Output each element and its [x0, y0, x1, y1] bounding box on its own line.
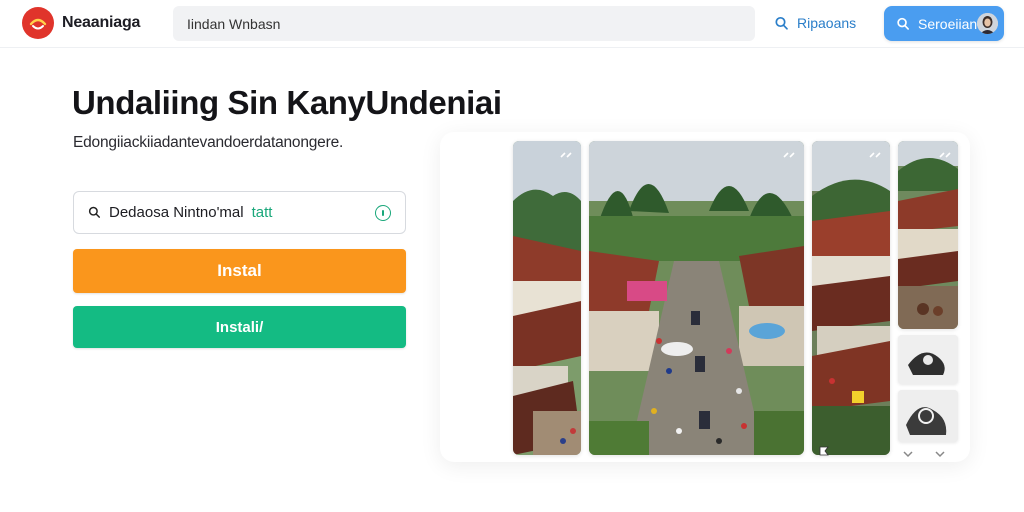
gallery-thumbnail-1[interactable]	[898, 335, 958, 384]
chevron-down-icon[interactable]	[935, 450, 945, 458]
gallery-pager	[903, 450, 945, 464]
top-search-input[interactable]: Iindan Wnbasn	[173, 6, 755, 41]
gallery-photo-4[interactable]	[898, 141, 958, 329]
top-bar: Neaaniaga Iindan Wnbasn Ripaoans Seroeii…	[0, 0, 1024, 48]
gallery-photo-2[interactable]	[589, 141, 804, 455]
header-search-button[interactable]: Seroeiian	[884, 6, 1004, 41]
flag-icon[interactable]	[818, 445, 830, 457]
brand-name[interactable]: Neaaniaga	[62, 14, 140, 32]
chevron-down-icon[interactable]	[903, 450, 913, 458]
install-alt-button[interactable]: Instali/	[73, 306, 406, 348]
expand-icon[interactable]	[559, 150, 573, 160]
brand-logo-icon[interactable]	[22, 7, 54, 39]
header-button-label: Seroeiian	[918, 15, 978, 32]
header-link[interactable]: Ripaoans	[774, 12, 856, 34]
expand-icon[interactable]	[782, 150, 796, 160]
avatar[interactable]	[977, 13, 998, 34]
gallery-photo-1[interactable]	[513, 141, 581, 455]
main-search-accent: tatt	[251, 204, 273, 221]
gallery-photo-3[interactable]	[812, 141, 890, 455]
main-search-input[interactable]: Dedaosa Nintno'mal tatt	[73, 191, 406, 234]
gallery-controls	[818, 445, 830, 459]
search-icon	[775, 16, 788, 30]
header-link-label: Ripaoans	[797, 15, 857, 31]
search-icon	[88, 206, 101, 218]
main-search-value: Dedaosa Nintno'mal	[109, 204, 244, 221]
gallery-thumbnail-2[interactable]	[898, 390, 958, 442]
install-button[interactable]: Instal	[73, 249, 406, 293]
page-title: Undaliing Sin KanyUndeniai	[72, 84, 502, 121]
search-icon	[897, 17, 909, 30]
expand-icon[interactable]	[938, 150, 952, 160]
top-search-value: Iindan Wnbasn	[187, 15, 281, 32]
expand-icon[interactable]	[868, 150, 882, 160]
page-subtitle: Edongiiackiiadantevandoerdatanongere.	[73, 134, 344, 151]
info-icon[interactable]	[375, 205, 391, 221]
